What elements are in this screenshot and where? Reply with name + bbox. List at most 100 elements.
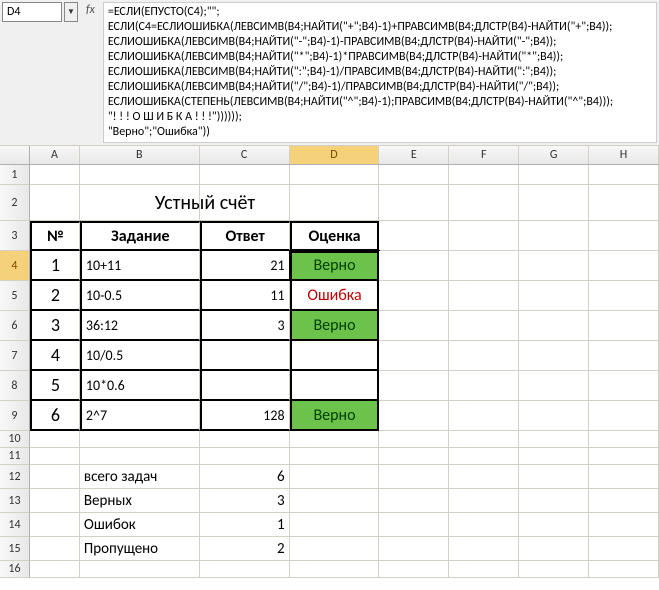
cell-C6[interactable]: 3 <box>200 311 290 341</box>
row-header-11[interactable]: 11 <box>0 448 30 465</box>
cell-G14[interactable] <box>519 513 589 537</box>
cell-C4[interactable]: 21 <box>200 251 290 281</box>
cell-F15[interactable] <box>449 537 519 561</box>
row-header-8[interactable]: 8 <box>0 371 30 401</box>
cell-E4[interactable] <box>379 251 449 281</box>
cell-E16[interactable] <box>379 561 449 578</box>
cell-G12[interactable] <box>519 465 589 489</box>
cell-F4[interactable] <box>449 251 519 281</box>
cell-H7[interactable] <box>589 341 659 371</box>
cell-D10[interactable] <box>290 431 380 448</box>
cell-A11[interactable] <box>30 448 80 465</box>
cell-A6[interactable]: 3 <box>30 311 80 341</box>
cell-E9[interactable] <box>379 401 449 431</box>
cell-H1[interactable] <box>589 165 659 185</box>
row-header-6[interactable]: 6 <box>0 311 30 341</box>
cell-H4[interactable] <box>589 251 659 281</box>
cell-A2[interactable]: Устный счёт <box>30 185 80 221</box>
cell-G3[interactable] <box>519 221 589 251</box>
cell-D4[interactable]: Верно <box>290 251 380 281</box>
cell-G7[interactable] <box>519 341 589 371</box>
cell-D14[interactable] <box>290 513 380 537</box>
col-header-A[interactable]: A <box>30 146 80 164</box>
cell-E7[interactable] <box>379 341 449 371</box>
cell-F9[interactable] <box>449 401 519 431</box>
row-header-13[interactable]: 13 <box>0 489 30 513</box>
col-header-G[interactable]: G <box>519 146 589 164</box>
cell-G15[interactable] <box>519 537 589 561</box>
row-header-16[interactable]: 16 <box>0 561 30 578</box>
header-num[interactable]: № <box>30 221 80 251</box>
cell-B15[interactable]: Пропущено <box>80 537 200 561</box>
cell-H15[interactable] <box>589 537 659 561</box>
select-all-corner[interactable] <box>0 146 30 164</box>
cell-A5[interactable]: 2 <box>30 281 80 311</box>
row-header-9[interactable]: 9 <box>0 401 30 431</box>
cell-E8[interactable] <box>379 371 449 401</box>
cell-H16[interactable] <box>589 561 659 578</box>
cell-D13[interactable] <box>290 489 380 513</box>
cell-C10[interactable] <box>200 431 290 448</box>
row-header-2[interactable]: 2 <box>0 185 30 221</box>
cell-F5[interactable] <box>449 281 519 311</box>
cell-B6[interactable]: 36:12 <box>80 311 200 341</box>
cell-B10[interactable] <box>80 431 200 448</box>
cell-E14[interactable] <box>379 513 449 537</box>
cell-E6[interactable] <box>379 311 449 341</box>
cell-E2[interactable] <box>379 185 449 221</box>
col-header-F[interactable]: F <box>449 146 519 164</box>
cell-G5[interactable] <box>519 281 589 311</box>
cell-E5[interactable] <box>379 281 449 311</box>
col-header-H[interactable]: H <box>589 146 659 164</box>
row-header-12[interactable]: 12 <box>0 465 30 489</box>
cell-D6[interactable]: Верно <box>290 311 380 341</box>
cell-F16[interactable] <box>449 561 519 578</box>
cell-F12[interactable] <box>449 465 519 489</box>
formula-bar[interactable]: =ЕСЛИ(ЕПУСТО(C4);""; ЕСЛИ(C4=ЕСЛИОШИБКА(… <box>103 2 657 143</box>
cell-B4[interactable]: 10+11 <box>80 251 200 281</box>
cell-A14[interactable] <box>30 513 80 537</box>
cell-E12[interactable] <box>379 465 449 489</box>
row-header-7[interactable]: 7 <box>0 341 30 371</box>
cell-H14[interactable] <box>589 513 659 537</box>
cell-H2[interactable] <box>589 185 659 221</box>
row-header-10[interactable]: 10 <box>0 431 30 448</box>
name-box[interactable]: D4 <box>2 2 62 22</box>
row-header-1[interactable]: 1 <box>0 165 30 185</box>
cell-A15[interactable] <box>30 537 80 561</box>
cell-B1[interactable] <box>80 165 200 185</box>
cell-G10[interactable] <box>519 431 589 448</box>
cell-E3[interactable] <box>379 221 449 251</box>
cell-F1[interactable] <box>449 165 519 185</box>
cell-B5[interactable]: 10-0.5 <box>80 281 200 311</box>
cell-B9[interactable]: 2^7 <box>80 401 200 431</box>
cell-F6[interactable] <box>449 311 519 341</box>
cell-G9[interactable] <box>519 401 589 431</box>
cell-F2[interactable] <box>449 185 519 221</box>
cell-G16[interactable] <box>519 561 589 578</box>
cell-A9[interactable]: 6 <box>30 401 80 431</box>
cell-C15[interactable]: 2 <box>200 537 290 561</box>
cell-E11[interactable] <box>379 448 449 465</box>
cell-C12[interactable]: 6 <box>200 465 290 489</box>
header-task[interactable]: Задание <box>80 221 200 251</box>
cell-D8[interactable] <box>290 371 380 401</box>
cell-H10[interactable] <box>589 431 659 448</box>
cell-E10[interactable] <box>379 431 449 448</box>
cell-F3[interactable] <box>449 221 519 251</box>
cell-G11[interactable] <box>519 448 589 465</box>
cell-C8[interactable] <box>200 371 290 401</box>
name-box-dropdown[interactable]: ▼ <box>64 2 78 22</box>
cell-E15[interactable] <box>379 537 449 561</box>
cell-H8[interactable] <box>589 371 659 401</box>
header-answer[interactable]: Ответ <box>200 221 290 251</box>
row-header-5[interactable]: 5 <box>0 281 30 311</box>
cell-F14[interactable] <box>449 513 519 537</box>
cell-H5[interactable] <box>589 281 659 311</box>
cell-A4[interactable]: 1 <box>30 251 80 281</box>
cell-B12[interactable]: всего задач <box>80 465 200 489</box>
cell-A1[interactable] <box>30 165 80 185</box>
header-grade[interactable]: Оценка <box>290 221 380 251</box>
cell-G2[interactable] <box>519 185 589 221</box>
cell-A13[interactable] <box>30 489 80 513</box>
